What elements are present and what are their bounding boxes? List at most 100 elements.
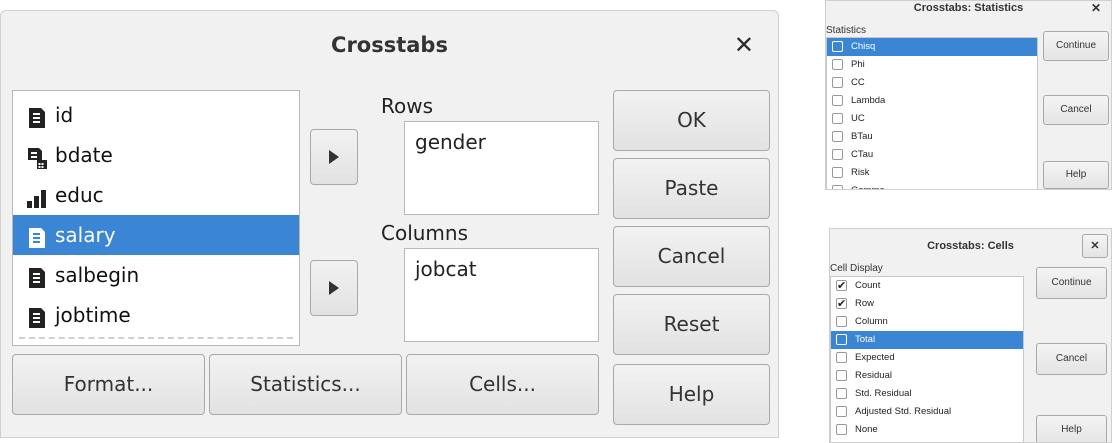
checkbox-icon[interactable] bbox=[832, 95, 843, 106]
checkbox-label: CC bbox=[851, 77, 865, 88]
checkbox-icon[interactable] bbox=[836, 406, 847, 417]
statistics-dialog-title: Crosstabs: Statistics bbox=[913, 2, 1024, 14]
ordinal-bars-icon bbox=[25, 183, 49, 208]
checkbox-label: Gamma bbox=[851, 185, 885, 189]
checkbox-item-count[interactable]: Count bbox=[831, 277, 1023, 295]
columns-label: Columns bbox=[381, 221, 469, 245]
checkbox-icon[interactable] bbox=[832, 59, 843, 70]
checkbox-label: Total bbox=[855, 334, 876, 345]
scale-doc-icon bbox=[25, 303, 49, 328]
checkbox-item-cc[interactable]: CC bbox=[827, 74, 1037, 92]
variable-list[interactable]: id bdate educ salary salbegin jobtime bbox=[12, 90, 300, 346]
checkbox-item-phi[interactable]: Phi bbox=[827, 56, 1037, 74]
variable-item-educ[interactable]: educ bbox=[13, 175, 299, 215]
variable-label: bdate bbox=[55, 143, 113, 167]
cell-display-header: Cell Display bbox=[830, 263, 883, 274]
checkbox-icon[interactable] bbox=[832, 185, 843, 189]
ok-button[interactable]: OK bbox=[613, 90, 770, 151]
checkbox-item-risk[interactable]: Risk bbox=[827, 164, 1037, 182]
continue-button[interactable]: Continue bbox=[1043, 31, 1109, 61]
cancel-button[interactable]: Cancel bbox=[613, 226, 770, 287]
help-button[interactable]: Help bbox=[613, 364, 770, 425]
variable-item-salary[interactable]: salary bbox=[13, 215, 299, 255]
checkbox-label: Chisq bbox=[851, 41, 876, 52]
checkbox-label: UC bbox=[851, 113, 865, 124]
rows-field-value: gender bbox=[415, 130, 486, 154]
checkbox-icon[interactable] bbox=[836, 388, 847, 399]
paste-button[interactable]: Paste bbox=[613, 158, 770, 219]
checkbox-item-chisq[interactable]: Chisq bbox=[827, 38, 1037, 56]
checkbox-item-gamma[interactable]: Gamma bbox=[827, 182, 1037, 189]
checkbox-icon[interactable] bbox=[836, 424, 847, 435]
checkbox-label: Residual bbox=[855, 370, 892, 381]
checkbox-label: BTau bbox=[851, 131, 873, 142]
checkbox-icon[interactable] bbox=[832, 113, 843, 124]
checkbox-icon[interactable] bbox=[832, 149, 843, 160]
variable-label: id bbox=[55, 103, 74, 127]
columns-field[interactable]: jobcat bbox=[404, 248, 599, 342]
variable-item-jobtime[interactable]: jobtime bbox=[13, 295, 299, 335]
continue-button[interactable]: Continue bbox=[1036, 267, 1107, 299]
close-icon[interactable]: ✕ bbox=[734, 31, 754, 59]
checkbox-item-column[interactable]: Column bbox=[831, 313, 1023, 331]
checkbox-item-total[interactable]: Total bbox=[831, 331, 1023, 349]
variable-item-bdate[interactable]: bdate bbox=[13, 135, 299, 175]
checkbox-item-uc[interactable]: UC bbox=[827, 110, 1037, 128]
checkbox-checked-icon[interactable] bbox=[836, 295, 847, 313]
checkbox-item-row[interactable]: Row bbox=[831, 295, 1023, 313]
checkbox-icon[interactable] bbox=[836, 316, 847, 327]
move-to-rows-button[interactable] bbox=[310, 129, 358, 185]
statistics-list[interactable]: Chisq Phi CC Lambda UC BTau CTau Risk Gamma bbox=[826, 37, 1038, 189]
format-button[interactable]: Format... bbox=[12, 354, 205, 415]
rows-label: Rows bbox=[381, 94, 434, 118]
arrow-right-icon bbox=[329, 150, 339, 164]
checkbox-label: None bbox=[855, 424, 878, 435]
close-icon[interactable]: ✕ bbox=[1091, 1, 1101, 15]
checkbox-item-none[interactable]: None bbox=[831, 421, 1023, 439]
checkbox-item-expected[interactable]: Expected bbox=[831, 349, 1023, 367]
reset-button[interactable]: Reset bbox=[613, 294, 770, 355]
checkbox-checked-icon[interactable] bbox=[836, 277, 847, 295]
checkbox-icon[interactable] bbox=[836, 334, 847, 345]
statistics-header: Statistics bbox=[826, 25, 867, 36]
cells-button[interactable]: Cells... bbox=[406, 354, 599, 415]
checkbox-item-adjusted-std-residual[interactable]: Adjusted Std. Residual bbox=[831, 403, 1023, 421]
arrow-right-icon bbox=[329, 281, 339, 295]
checkbox-label: Column bbox=[855, 316, 888, 327]
scale-doc-icon bbox=[25, 263, 49, 288]
cancel-button[interactable]: Cancel bbox=[1043, 95, 1109, 125]
checkbox-label: Std. Residual bbox=[855, 388, 912, 399]
variable-item-id[interactable]: id bbox=[13, 95, 299, 135]
help-button[interactable]: Help bbox=[1043, 161, 1109, 189]
move-to-columns-button[interactable] bbox=[310, 260, 358, 316]
checkbox-icon[interactable] bbox=[836, 352, 847, 363]
checkbox-item-btau[interactable]: BTau bbox=[827, 128, 1037, 146]
checkbox-item-std-residual[interactable]: Std. Residual bbox=[831, 385, 1023, 403]
checkbox-icon[interactable] bbox=[832, 167, 843, 178]
crosstabs-dialog: Crosstabs ✕ id bdate educ salary salbegin job… bbox=[0, 10, 779, 438]
statistics-button[interactable]: Statistics... bbox=[209, 354, 402, 415]
checkbox-item-ctau[interactable]: CTau bbox=[827, 146, 1037, 164]
checkbox-label: Expected bbox=[855, 352, 895, 363]
checkbox-label: Phi bbox=[851, 59, 865, 70]
rows-field[interactable]: gender bbox=[404, 121, 599, 215]
checkbox-item-lambda[interactable]: Lambda bbox=[827, 92, 1037, 110]
close-icon[interactable]: ✕ bbox=[1082, 234, 1108, 258]
checkbox-label: Count bbox=[855, 280, 881, 291]
dialog-titlebar[interactable]: Crosstabs ✕ bbox=[1, 11, 778, 83]
checkbox-icon[interactable] bbox=[832, 131, 843, 142]
help-button[interactable]: Help bbox=[1036, 415, 1107, 442]
scale-doc-icon bbox=[25, 223, 49, 248]
checkbox-icon[interactable] bbox=[832, 41, 843, 52]
list-scroll-divider bbox=[19, 337, 293, 339]
cancel-button[interactable]: Cancel bbox=[1036, 343, 1107, 375]
cell-display-list[interactable]: Count Row Column Total Expected Residual Std. … bbox=[830, 276, 1024, 442]
statistics-dialog: Crosstabs: Statistics ✕ Statistics Chisq… bbox=[825, 0, 1112, 190]
scale-doc-icon bbox=[25, 103, 49, 128]
checkbox-label: CTau bbox=[851, 149, 874, 160]
checkbox-icon[interactable] bbox=[832, 77, 843, 88]
dialog-title: Crosstabs bbox=[331, 33, 448, 57]
checkbox-icon[interactable] bbox=[836, 370, 847, 381]
variable-item-salbegin[interactable]: salbegin bbox=[13, 255, 299, 295]
checkbox-item-residual[interactable]: Residual bbox=[831, 367, 1023, 385]
